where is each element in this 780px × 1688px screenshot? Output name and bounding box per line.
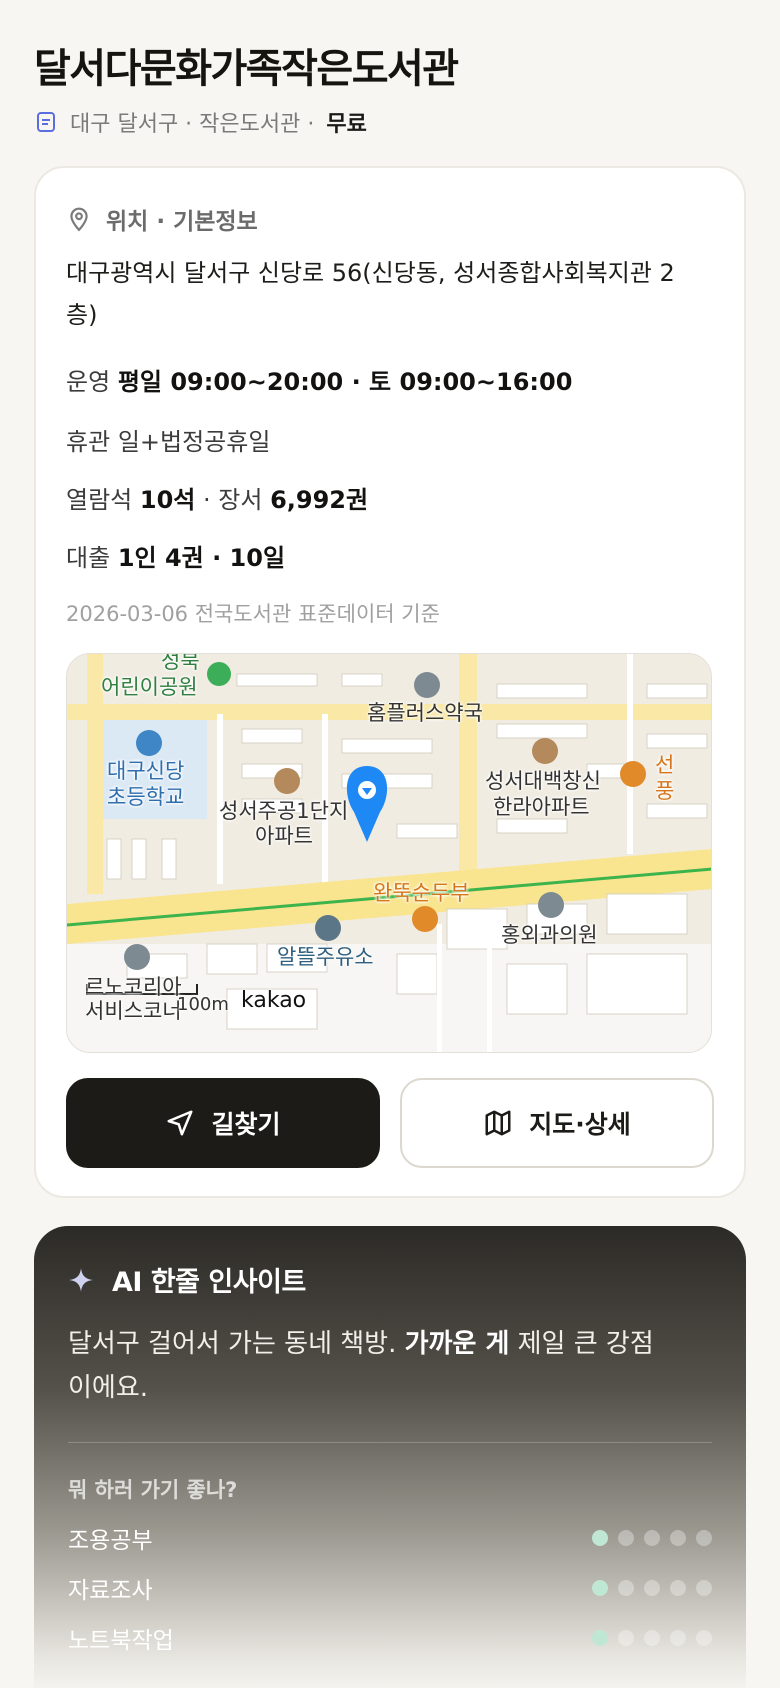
map-label-gas-station: 알뜰주유소: [277, 945, 374, 969]
apartment-icon: [532, 738, 558, 764]
map-label-clinic: 홍외과의원: [501, 923, 598, 947]
rating-dot-empty: [644, 1580, 660, 1596]
activity-rating: [592, 1580, 712, 1596]
activity-rating: [592, 1630, 712, 1646]
address: 대구광역시 달서구 신당로 56(신당동, 성서종합사회복지관 2층): [66, 259, 675, 329]
rating-dot-empty: [696, 1580, 712, 1596]
rating-dot-empty: [644, 1530, 660, 1546]
ai-insight-title: AI 한줄 인사이트: [112, 1267, 306, 1298]
rating-dot-empty: [618, 1630, 634, 1646]
activity-row: 자료조사: [68, 1570, 712, 1606]
activity-rating: [592, 1530, 712, 1546]
loan-label: 대출: [66, 544, 111, 572]
restaurant-icon: [412, 906, 438, 932]
location-pin-icon: [70, 207, 88, 232]
activity-label: 노트북작업: [68, 1628, 174, 1654]
clinic-icon: [538, 892, 564, 918]
price-badge: 무료: [326, 112, 367, 137]
capacity-row: 열람석 10석 · 장서 6,992권: [66, 480, 368, 515]
loan-value: 1인 4권 · 10일: [117, 544, 286, 572]
map-icon: [485, 1110, 511, 1136]
navigation-arrow-icon: [167, 1110, 193, 1136]
meta-region-type: 대구 달서구 · 작은도서관 ·: [70, 112, 315, 137]
rating-dot-empty: [696, 1530, 712, 1546]
library-meta: 대구 달서구 · 작은도서관 · 무료: [34, 106, 367, 138]
apartment-icon: [274, 768, 300, 794]
divider: [68, 1442, 712, 1443]
rating-dot-empty: [618, 1530, 634, 1546]
map-label-apartment-1-suffix: 아파트: [255, 824, 313, 848]
map-detail-button[interactable]: 지도·상세: [400, 1078, 714, 1168]
closed-value: 일+법정공휴일: [117, 428, 271, 456]
directions-label: 길찾기: [211, 1110, 281, 1139]
rating-dot-empty: [618, 1580, 634, 1596]
hours-row: 운영 평일 09:00~20:00 · 토 09:00~16:00: [66, 362, 572, 397]
rating-dot-empty: [670, 1580, 686, 1596]
library-detail-page: 달서다문화가족작은도서관 대구 달서구 · 작은도서관 · 무료 위치 · 기본…: [0, 0, 780, 1688]
rating-dot-filled: [592, 1580, 608, 1596]
sparkle-icon: [69, 1267, 93, 1292]
map-label-car-service-2: 서비스코너: [85, 999, 182, 1023]
map-label-apartment-2-suffix: 한라아파트: [493, 795, 590, 819]
activity-question: 뭐 하러 가기 좋나?: [68, 1478, 238, 1502]
info-card: 위치 · 기본정보 대구광역시 달서구 신당로 56(신당동, 성서종합사회복지…: [34, 166, 746, 1198]
map-label-pharmacy: 홈플러스약국: [367, 701, 483, 725]
books-label: · 장서: [203, 486, 263, 514]
document-icon: [37, 112, 55, 132]
ai-insight-card: AI 한줄 인사이트 달서구 걸어서 가는 동네 책방. 가까운 게 제일 큰 …: [34, 1226, 746, 1688]
map-label-edge-1: 선: [655, 753, 675, 777]
activity-row: 노트북작업: [68, 1620, 712, 1656]
gas-station-icon: [315, 915, 341, 941]
section-header-location: 위치 · 기본정보: [66, 202, 258, 236]
seats-value: 10석: [139, 486, 196, 514]
map-label-park: 어린이공원: [101, 675, 198, 699]
map-label-restaurant: 완뚝순두부: [373, 881, 470, 905]
closed-row: 휴관 일+법정공휴일: [66, 422, 270, 457]
location-map[interactable]: 성북 어린이공원 홈플러스약국 대구신당 초등학교 성서주공1단지 아파트 성서…: [66, 653, 712, 1053]
ai-insight-text: 달서구 걸어서 가는 동네 책방. 가까운 게 제일 큰 강점이에요.: [68, 1322, 668, 1410]
activity-label: 조용공부: [68, 1528, 153, 1554]
map-label-car-service-1: 르노코리아: [85, 975, 182, 999]
data-source-note: 2026-03-06 전국도서관 표준데이터 기준: [66, 602, 440, 626]
map-provider-logo: kakao: [241, 988, 307, 1013]
rating-dot-filled: [592, 1530, 608, 1546]
pharmacy-icon: [414, 672, 440, 698]
seats-label: 열람석: [66, 486, 133, 514]
school-icon: [136, 730, 162, 756]
page-title: 달서다문화가족작은도서관: [34, 46, 459, 92]
map-label-edge-2: 풍: [655, 779, 675, 803]
loan-row: 대출 1인 4권 · 10일: [66, 538, 285, 573]
park-icon: [207, 662, 231, 686]
restaurant-icon: [620, 761, 646, 787]
map-label-apartment-1: 성서주공1단지: [219, 799, 349, 823]
map-detail-label: 지도·상세: [529, 1110, 631, 1139]
hours-label: 운영: [66, 368, 111, 396]
rating-dot-empty: [696, 1630, 712, 1646]
activity-row: 조용공부: [68, 1520, 712, 1556]
activity-label: 자료조사: [68, 1578, 153, 1604]
closed-label: 휴관: [66, 428, 111, 456]
hours-value: 평일 09:00~20:00 · 토 09:00~16:00: [117, 368, 573, 396]
rating-dot-empty: [670, 1630, 686, 1646]
map-label-apartment-2: 성서대백창신: [485, 769, 601, 793]
map-label-school-1: 대구신당: [107, 759, 185, 783]
rating-dot-filled: [592, 1630, 608, 1646]
ai-insight-header: AI 한줄 인사이트: [68, 1260, 306, 1299]
directions-button[interactable]: 길찾기: [66, 1078, 380, 1168]
map-label-park-top: 성북: [161, 653, 200, 673]
books-value: 6,992권: [270, 486, 369, 514]
ai-text-bold: 가까운 게: [404, 1329, 510, 1359]
rating-dot-empty: [670, 1530, 686, 1546]
ai-text-before: 달서구 걸어서 가는 동네 책방.: [68, 1329, 397, 1359]
section-title: 위치 · 기본정보: [106, 209, 258, 235]
map-label-school-2: 초등학교: [107, 785, 185, 809]
map-scale-label: 100m: [177, 994, 229, 1015]
car-service-icon: [124, 944, 150, 970]
rating-dot-empty: [644, 1630, 660, 1646]
